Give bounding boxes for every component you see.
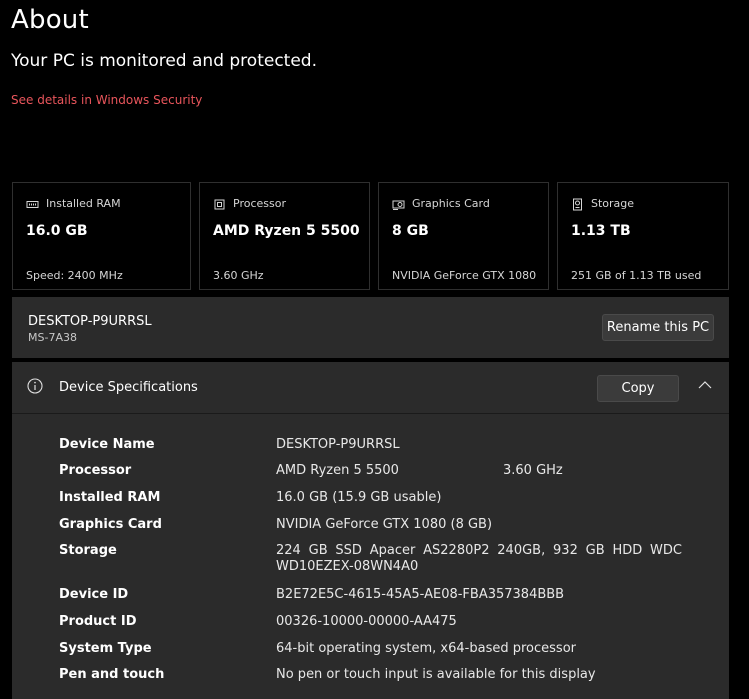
spec-value: No pen or touch input is available for t…	[276, 667, 596, 682]
page-title: About	[11, 5, 89, 35]
spec-value: 00326-10000-00000-AA475	[276, 614, 457, 629]
spec-value: 64-bit operating system, x64-based proce…	[276, 641, 576, 656]
about-page: About Your PC is monitored and protected…	[0, 0, 749, 699]
device-specifications-panel: Device Specifications Copy Device Name D…	[12, 362, 729, 699]
device-name: DESKTOP-P9URRSL	[28, 314, 152, 329]
card-value: 8 GB	[392, 223, 429, 239]
spec-value: 16.0 GB (15.9 GB usable)	[276, 490, 442, 505]
chevron-up-icon[interactable]	[698, 380, 712, 390]
card-value: 1.13 TB	[571, 223, 631, 239]
card-detail: Speed: 2400 MHz	[26, 269, 123, 282]
spec-label: Graphics Card	[59, 517, 162, 532]
device-model: MS-7A38	[28, 331, 77, 344]
card-value: AMD Ryzen 5 5500	[213, 223, 360, 239]
storage-card: Storage 1.13 TB 251 GB of 1.13 TB used	[557, 182, 729, 290]
processor-card: Processor AMD Ryzen 5 5500 3.60 GHz	[199, 182, 370, 290]
ram-icon	[26, 200, 39, 208]
spec-label: Device ID	[59, 587, 129, 602]
card-detail: NVIDIA GeForce GTX 1080	[392, 269, 537, 282]
spec-value: NVIDIA GeForce GTX 1080 (8 GB)	[276, 517, 493, 532]
card-header: Storage	[571, 197, 634, 211]
graphics-card-card: Graphics Card 8 GB NVIDIA GeForce GTX 10…	[378, 182, 549, 290]
spec-label: Processor	[59, 463, 132, 478]
protection-status: Your PC is monitored and protected.	[11, 51, 317, 71]
spec-value: AMD Ryzen 5 5500	[276, 463, 399, 478]
card-detail: 251 GB of 1.13 TB used	[571, 269, 702, 282]
spec-value: 224 GB SSD Apacer AS2280P2 240GB, 932 GB…	[276, 543, 682, 574]
specs-title: Device Specifications	[59, 380, 198, 395]
graphics-card-icon	[392, 200, 405, 210]
card-header: Graphics Card	[392, 197, 490, 211]
spec-label: Device Name	[59, 437, 155, 452]
spec-label: Storage	[59, 543, 117, 558]
processor-icon	[214, 199, 225, 209]
spec-value: DESKTOP-P9URRSL	[276, 437, 400, 452]
spec-value: B2E72E5C-4615-45A5-AE08-FBA357384BBB	[276, 587, 565, 602]
spec-label: Product ID	[59, 614, 137, 629]
installed-ram-card: Installed RAM 16.0 GB Speed: 2400 MHz	[12, 182, 191, 290]
card-value: 16.0 GB	[26, 223, 88, 239]
card-label: Installed RAM	[46, 197, 121, 210]
card-header: Installed RAM	[26, 197, 121, 211]
spec-value-speed: 3.60 GHz	[503, 463, 563, 478]
card-label: Storage	[591, 197, 635, 210]
spec-label: System Type	[59, 641, 152, 656]
storage-icon	[573, 198, 582, 210]
card-detail: 3.60 GHz	[213, 269, 264, 282]
copy-button[interactable]: Copy	[597, 375, 679, 402]
spec-label: Pen and touch	[59, 667, 165, 682]
info-icon	[27, 378, 43, 394]
windows-security-link[interactable]: See details in Windows Security	[11, 92, 202, 108]
card-label: Graphics Card	[412, 197, 490, 210]
card-header: Processor	[213, 197, 286, 211]
spec-label: Installed RAM	[59, 490, 161, 505]
device-name-bar: DESKTOP-P9URRSL MS-7A38 Rename this PC	[12, 297, 729, 358]
card-label: Processor	[233, 197, 286, 210]
specs-header[interactable]: Device Specifications Copy	[12, 362, 729, 414]
rename-pc-button[interactable]: Rename this PC	[602, 314, 714, 341]
